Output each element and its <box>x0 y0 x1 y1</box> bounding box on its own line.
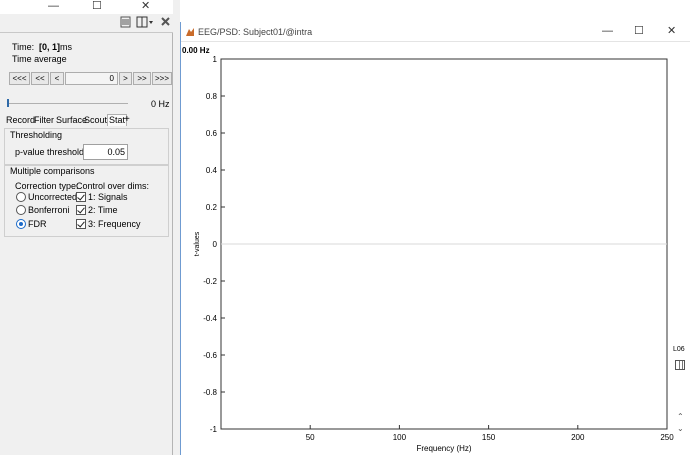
y-tick-label: 0.4 <box>206 166 218 175</box>
y-tick-label: -0.2 <box>203 277 217 286</box>
y-tick-label: -0.6 <box>203 351 217 360</box>
y-tick-label: 0.6 <box>206 129 218 138</box>
y-tick-label: 0.2 <box>206 203 218 212</box>
x-tick-label: 200 <box>571 433 585 442</box>
y-tick-label: -0.8 <box>203 388 217 397</box>
x-tick-label: 100 <box>393 433 407 442</box>
y-axis-label: t-values <box>194 231 201 256</box>
grid-icon[interactable] <box>675 360 685 370</box>
y-tick-label: -1 <box>210 425 218 434</box>
y-tick-label: 0.8 <box>206 92 218 101</box>
y-tick-label: 0 <box>213 240 218 249</box>
chevron-up-icon[interactable]: ⌃ <box>677 412 684 421</box>
x-tick-label: 50 <box>306 433 315 442</box>
y-tick-label: -0.4 <box>203 314 217 323</box>
psd-tvalues-chart: 0.00 Hz 1 0.8 0.6 0.4 0.2 0 -0.2 -0.4 -0.6 -0.8 -1… <box>182 46 674 453</box>
x-axis-label: Frequency (Hz) <box>416 444 471 453</box>
x-tick-label: 250 <box>660 433 674 442</box>
sensor-label: L06 <box>673 346 685 353</box>
frequency-readout: 0.00 Hz <box>182 46 210 55</box>
y-tick-label: 1 <box>213 55 218 64</box>
x-tick-label: 150 <box>482 433 496 442</box>
chevron-down-icon[interactable]: ⌄ <box>677 424 684 433</box>
